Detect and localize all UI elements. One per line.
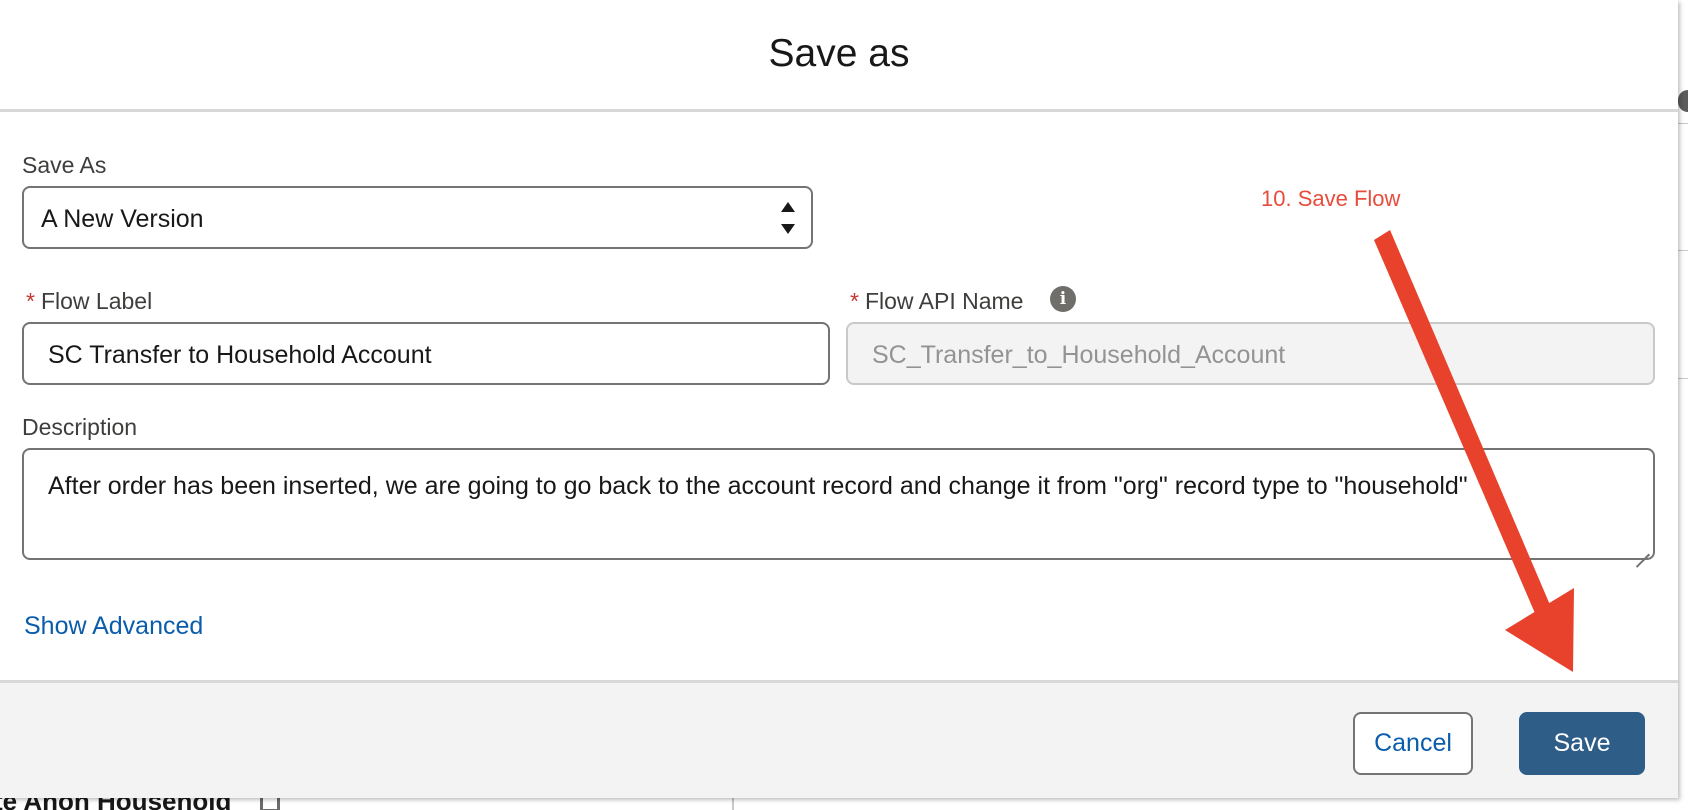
cancel-button[interactable]: Cancel	[1353, 712, 1473, 775]
background-divider	[1678, 123, 1688, 124]
resize-handle-icon[interactable]	[1636, 541, 1650, 555]
required-marker: *	[26, 288, 35, 314]
background-right-edge	[1678, 0, 1688, 810]
modal-footer: Cancel Save	[0, 680, 1678, 798]
background-divider	[1678, 250, 1688, 251]
background-edge-badge	[1678, 90, 1688, 112]
info-icon[interactable]: i	[1050, 286, 1076, 312]
flow-api-name-label: * Flow API Name	[850, 288, 1023, 315]
description-value: After order has been inserted, we are go…	[48, 472, 1468, 500]
modal-title: Save as	[768, 32, 910, 75]
modal-header: Save as	[0, 0, 1678, 112]
description-textarea[interactable]: After order has been inserted, we are go…	[22, 448, 1655, 560]
flow-api-name-input[interactable]: SC_Transfer_to_Household_Account	[846, 322, 1655, 385]
flow-label-label: * Flow Label	[26, 288, 152, 315]
required-marker: *	[850, 288, 859, 314]
show-advanced-link[interactable]: Show Advanced	[24, 612, 203, 641]
save-as-selected-value: A New Version	[41, 205, 204, 233]
save-as-label: Save As	[22, 152, 107, 178]
save-button[interactable]: Save	[1519, 712, 1645, 775]
background-divider	[1678, 378, 1688, 379]
save-as-select[interactable]: A New Version	[22, 186, 813, 249]
flow-label-label-text: Flow Label	[40, 288, 153, 314]
save-as-modal: Save as Save As A New Version * Flow Labe…	[0, 0, 1678, 798]
flow-api-name-value: SC_Transfer_to_Household_Account	[872, 341, 1286, 369]
flow-label-value: SC Transfer to Household Account	[48, 341, 432, 369]
select-arrows-icon	[781, 202, 797, 236]
description-label: Description	[22, 414, 138, 440]
flow-api-name-label-text: Flow API Name	[864, 288, 1024, 314]
annotation-label: 10. Save Flow	[1261, 186, 1401, 211]
flow-label-input[interactable]: SC Transfer to Household Account	[22, 322, 830, 385]
